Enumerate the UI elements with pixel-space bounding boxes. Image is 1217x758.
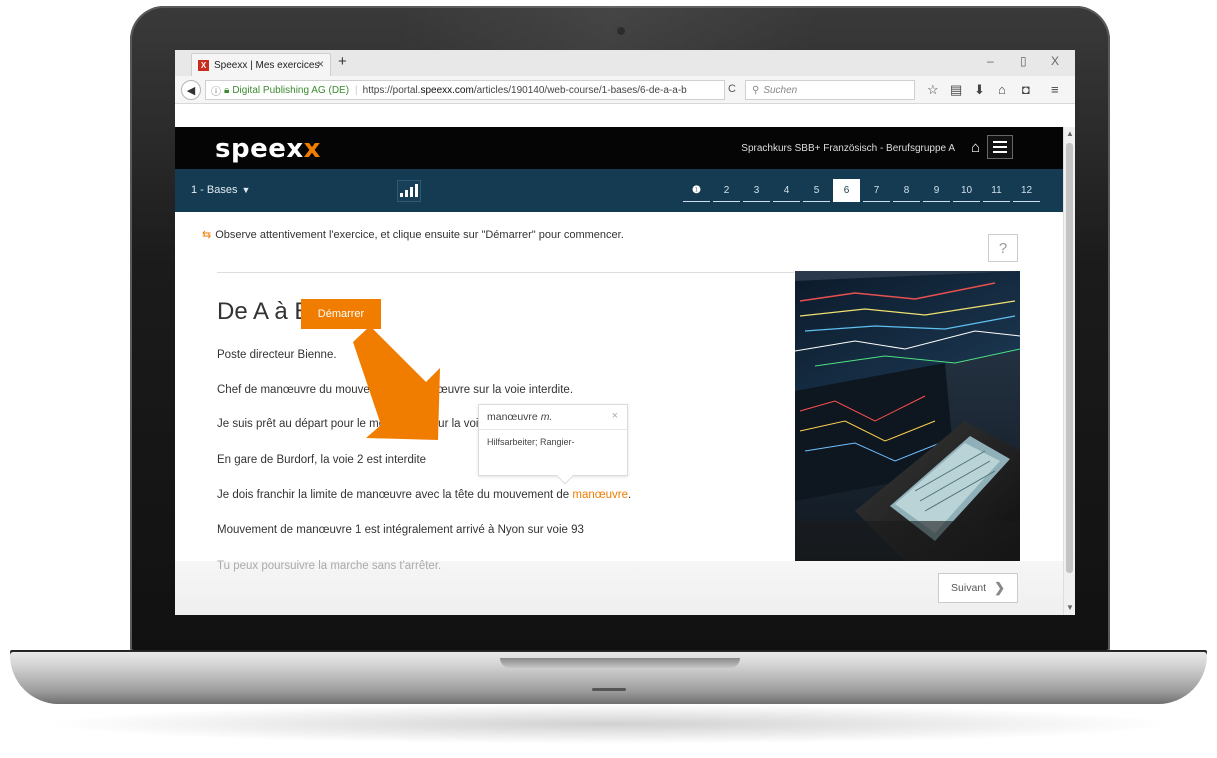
scrollbar[interactable]: ▲ ▼	[1063, 127, 1075, 615]
back-button[interactable]: ◀	[181, 80, 201, 100]
pocket-icon[interactable]: ◘	[1022, 82, 1030, 97]
sentence-text: Je dois franchir la limite de manœuvre a…	[217, 489, 573, 501]
url-path: /articles/190140/web-course/1-bases/6-de…	[473, 84, 687, 96]
webcam	[617, 27, 625, 35]
next-label: Suivant	[951, 582, 987, 594]
logo-accent: x	[303, 134, 321, 164]
lesson-label: 1 - Bases	[191, 184, 238, 196]
page-link-12[interactable]: 12	[1013, 179, 1040, 202]
page-navigation: ❶ 2 3 4 5 6 7 8 9 10 11 12	[683, 179, 1043, 202]
laptop-front-groove	[592, 688, 626, 691]
highlighted-word[interactable]: manœuvre	[572, 489, 628, 501]
logo-text: speex	[215, 134, 304, 164]
page-link-10[interactable]: 10	[953, 179, 980, 202]
tooltip-translation: Hilfsarbeiter; Rangier-	[487, 437, 575, 447]
url-bar[interactable]: ⓘ 🔒︎ Digital Publishing AG (DE) | https:…	[205, 80, 725, 100]
next-button[interactable]: Suivant ❯	[938, 573, 1018, 603]
page-link-8[interactable]: 8	[893, 179, 920, 202]
browser-tab[interactable]: X Speexx | Mes exercices ×	[191, 53, 331, 76]
tooltip-gender: m.	[540, 411, 553, 423]
reload-icon[interactable]: C	[728, 83, 736, 95]
screen: X Speexx | Mes exercices × + – ▯ X ◀ ⓘ 🔒…	[175, 50, 1075, 615]
chevron-right-icon: ❯	[994, 580, 1005, 595]
exercise-photo	[795, 271, 1020, 561]
vocab-tooltip: manœuvre m. × Hilfsarbeiter; Rangier-	[478, 404, 628, 485]
exercise-content: ⇆ Observe attentivement l'exercice, et cl…	[175, 212, 1063, 615]
lesson-nav: 1 - Bases ▼ ❶ 2 3 4 5 6 7 8 9 10 11 12	[175, 169, 1063, 212]
star-icon[interactable]: ☆	[927, 82, 939, 98]
search-input[interactable]: ⚲ Suchen	[745, 80, 915, 100]
scroll-up-icon[interactable]: ▲	[1066, 129, 1074, 138]
sentence: Poste directeur Bienne.	[217, 349, 337, 361]
browser-navbar: ◀ ⓘ 🔒︎ Digital Publishing AG (DE) | http…	[175, 76, 1075, 104]
speexx-favicon-icon: X	[198, 59, 209, 71]
new-tab-button[interactable]: +	[338, 53, 347, 70]
exercise-title: De A à B	[217, 298, 311, 325]
page-link-4[interactable]: 4	[773, 179, 800, 202]
search-placeholder: Suchen	[763, 84, 798, 96]
page-link-7[interactable]: 7	[863, 179, 890, 202]
swap-icon: ⇆	[202, 229, 212, 241]
download-icon[interactable]: ⬇	[974, 82, 985, 98]
browser-tabbar: X Speexx | Mes exercices × + – ▯ X	[175, 50, 1075, 76]
reading-list-icon[interactable]: ▤	[950, 82, 962, 98]
lesson-dropdown[interactable]: 1 - Bases ▼	[191, 184, 250, 196]
bar-chart-icon[interactable]	[397, 180, 421, 202]
control-room-image	[795, 271, 1020, 561]
start-button[interactable]: Démarrer	[301, 299, 381, 329]
page-link-6[interactable]: 6	[833, 179, 860, 202]
url-separator: |	[355, 84, 358, 96]
course-title: Sprachkurs SBB+ Französisch - Berufsgrup…	[741, 143, 955, 154]
chevron-down-icon: ▼	[241, 185, 251, 195]
close-window-button[interactable]: X	[1051, 54, 1059, 68]
url-prefix: https://portal.	[362, 84, 421, 96]
page-link-3[interactable]: 3	[743, 179, 770, 202]
info-icon[interactable]: ❶	[683, 179, 710, 202]
page-link-11[interactable]: 11	[983, 179, 1010, 202]
laptop-notch	[500, 658, 740, 668]
laptop-shadow	[40, 704, 1180, 744]
tab-close-icon[interactable]: ×	[317, 57, 324, 71]
home-browser-icon[interactable]: ⌂	[998, 82, 1006, 97]
home-icon[interactable]: ⌂	[971, 139, 980, 156]
sentence: Chef de manœuvre du mouvement de manœuvr…	[217, 384, 574, 396]
instruction: ⇆ Observe attentivement l'exercice, et cl…	[202, 228, 624, 241]
arrow-left-icon: ◀	[186, 84, 196, 97]
instruction-text: Observe attentivement l'exercice, et cli…	[215, 229, 624, 241]
scroll-down-icon[interactable]: ▼	[1066, 603, 1074, 612]
scroll-thumb[interactable]	[1066, 143, 1073, 573]
app-header: speexx Sprachkurs SBB+ Französisch - Ber…	[175, 127, 1063, 169]
minimize-button[interactable]: –	[987, 54, 994, 68]
sentence: Je suis prêt au départ pour le mouvement…	[217, 418, 508, 430]
sentence-text: .	[628, 489, 632, 501]
page-link-9[interactable]: 9	[923, 179, 950, 202]
tab-title: Speexx | Mes exercices	[214, 59, 320, 71]
divider	[217, 272, 794, 273]
help-button[interactable]: ?	[988, 234, 1018, 262]
sentence: Mouvement de manœuvre 1 est intégralemen…	[217, 524, 584, 536]
sentence: Tu peux poursuivre la marche sans t'arrê…	[217, 560, 442, 572]
site-identity: Digital Publishing AG (DE)	[232, 84, 350, 96]
close-icon[interactable]: ×	[612, 410, 618, 422]
laptop-mockup: X Speexx | Mes exercices × + – ▯ X ◀ ⓘ 🔒…	[0, 0, 1217, 758]
tooltip-header: manœuvre m. ×	[479, 405, 627, 430]
search-icon: ⚲	[752, 84, 760, 96]
sentence: En gare de Burdorf, la voie 2 est interd…	[217, 454, 427, 466]
lock-icon: 🔒︎	[224, 84, 230, 96]
tooltip-pointer	[556, 467, 574, 485]
maximize-button[interactable]: ▯	[1020, 54, 1027, 68]
page-link-5[interactable]: 5	[803, 179, 830, 202]
url-host: speexx.com	[420, 84, 474, 96]
hamburger-icon[interactable]	[987, 135, 1013, 159]
browser-menu-icon[interactable]: ≡	[1051, 82, 1059, 97]
tooltip-word: manœuvre	[487, 411, 538, 423]
speexx-logo[interactable]: speexx	[215, 134, 321, 164]
info-icon[interactable]: ⓘ	[211, 83, 221, 98]
sentence: Je dois franchir la limite de manœuvre a…	[217, 489, 631, 501]
page-link-2[interactable]: 2	[713, 179, 740, 202]
